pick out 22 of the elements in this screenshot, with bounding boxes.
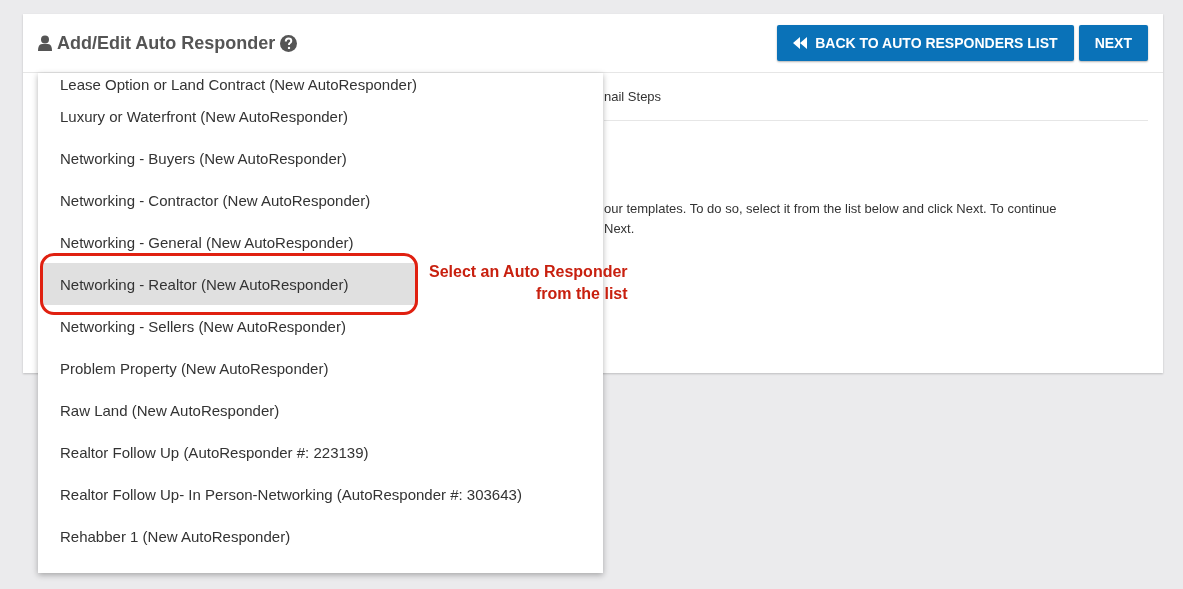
dropdown-item[interactable]: Lease Option or Land Contract (New AutoResponder) bbox=[38, 73, 603, 95]
dropdown-item[interactable]: Networking - Realtor (New AutoResponder) bbox=[41, 263, 418, 305]
instruction-text: our templates. To do so, select it from the list below and click Next. To continue bbox=[604, 200, 1058, 218]
dropdown-item[interactable]: Networking - Contractor (New AutoResponder) bbox=[38, 179, 603, 221]
dropdown-item[interactable]: Networking - Sellers (New AutoResponder) bbox=[38, 305, 603, 347]
instruction-text: Next. bbox=[604, 220, 636, 238]
double-arrow-left-icon bbox=[793, 37, 808, 49]
dropdown-item[interactable]: Networking - Buyers (New AutoResponder) bbox=[38, 137, 603, 179]
tab[interactable]: nail Steps bbox=[604, 89, 662, 104]
dropdown-item[interactable]: Rehabber 1 (New AutoResponder) bbox=[38, 515, 603, 557]
person-icon bbox=[38, 35, 52, 51]
back-button[interactable]: BACK TO AUTO RESPONDERS LIST bbox=[777, 25, 1074, 61]
dropdown-item[interactable]: Realtor Follow Up (AutoResponder #: 223139) bbox=[38, 431, 603, 473]
help-icon[interactable] bbox=[280, 34, 298, 52]
dropdown-item[interactable]: Luxury or Waterfront (New AutoResponder) bbox=[38, 95, 603, 137]
annotation-text: Select an Auto Responder from the list bbox=[429, 262, 628, 304]
next-button[interactable]: NEXT bbox=[1078, 25, 1148, 61]
page-title: Add/Edit Auto Responder bbox=[57, 32, 276, 54]
dropdown-item[interactable]: Problem Property (New AutoResponder) bbox=[38, 347, 603, 389]
dropdown-item[interactable]: Realtor Follow Up- In Person-Networking (AutoResponder #: 303643) bbox=[38, 473, 603, 515]
dropdown-item[interactable]: Networking - General (New AutoResponder) bbox=[38, 221, 603, 263]
dropdown-item[interactable]: Raw Land (New AutoResponder) bbox=[38, 389, 603, 431]
